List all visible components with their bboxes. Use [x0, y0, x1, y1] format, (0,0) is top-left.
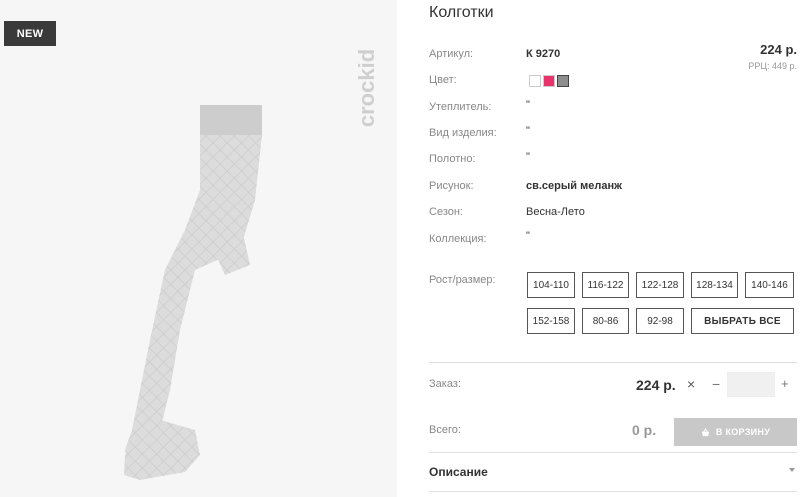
- attr-label-insulation: Утеплитель:: [429, 101, 492, 113]
- attr-value-collection: ": [526, 230, 530, 242]
- recommended-price: РРЦ: 449 р.: [748, 61, 797, 71]
- product-image-panel: NEW crockid: [0, 0, 397, 497]
- product-price: 224 р.: [760, 42, 797, 57]
- attr-value-type: ": [526, 125, 530, 137]
- size-option-122-128[interactable]: 122-128: [636, 272, 684, 298]
- attr-label-pattern: Рисунок:: [429, 180, 474, 192]
- attr-label-type: Вид изделия:: [429, 127, 497, 139]
- brand-logo: crockid: [355, 49, 379, 127]
- attr-label-fabric: Полотно:: [429, 153, 476, 165]
- size-label: Рост/размер:: [429, 274, 496, 286]
- add-to-cart-button[interactable]: В КОРЗИНУ: [674, 418, 797, 446]
- chevron-down-icon[interactable]: [789, 468, 795, 472]
- attr-value-fabric: ": [526, 151, 530, 163]
- color-swatch-gray[interactable]: [557, 75, 569, 87]
- increase-quantity-button[interactable]: +: [781, 376, 789, 391]
- total-value: 0 р.: [632, 422, 657, 438]
- quantity-input[interactable]: [727, 372, 775, 397]
- clear-order-icon[interactable]: ×: [687, 376, 695, 392]
- color-swatches: [529, 75, 569, 87]
- color-swatch-white[interactable]: [529, 75, 541, 87]
- description-toggle[interactable]: Описание: [429, 465, 488, 479]
- attr-value-insulation: ": [526, 99, 530, 111]
- color-swatch-pink[interactable]: [543, 75, 555, 87]
- total-label: Всего:: [429, 424, 461, 436]
- size-option-104-110[interactable]: 104-110: [527, 272, 575, 298]
- order-divider: [429, 362, 797, 363]
- attr-value-article: К 9270: [526, 48, 561, 60]
- basket-icon: [701, 427, 709, 436]
- attr-label-article: Артикул:: [429, 48, 474, 60]
- attr-value-season: Весна-Лето: [526, 206, 585, 218]
- attr-label-color: Цвет:: [429, 74, 457, 86]
- order-label: Заказ:: [429, 378, 461, 390]
- attr-label-collection: Коллекция:: [429, 233, 487, 245]
- product-details: Колготки 224 р. РРЦ: 449 р. Артикул: К 9…: [429, 0, 799, 497]
- decrease-quantity-button[interactable]: −: [712, 376, 720, 392]
- attr-value-pattern: св.серый меланж: [526, 180, 622, 192]
- order-price: 224 р.: [636, 377, 676, 393]
- total-divider: [429, 452, 797, 453]
- size-option-92-98[interactable]: 92-98: [636, 308, 684, 334]
- size-option-80-86[interactable]: 80-86: [582, 308, 629, 334]
- description-divider: [429, 491, 797, 492]
- add-to-cart-label: В КОРЗИНУ: [715, 427, 771, 437]
- product-photo: [124, 105, 262, 480]
- select-all-sizes-button[interactable]: ВЫБРАТЬ ВСЕ: [691, 308, 794, 334]
- new-badge: NEW: [4, 21, 56, 46]
- size-option-140-146[interactable]: 140-146: [745, 272, 794, 298]
- size-option-128-134[interactable]: 128-134: [691, 272, 738, 298]
- brand-logo-text: crockid: [355, 49, 379, 127]
- size-option-152-158[interactable]: 152-158: [527, 308, 575, 334]
- size-option-116-122[interactable]: 116-122: [582, 272, 629, 298]
- product-title: Колготки: [429, 4, 494, 21]
- attr-label-season: Сезон:: [429, 206, 463, 218]
